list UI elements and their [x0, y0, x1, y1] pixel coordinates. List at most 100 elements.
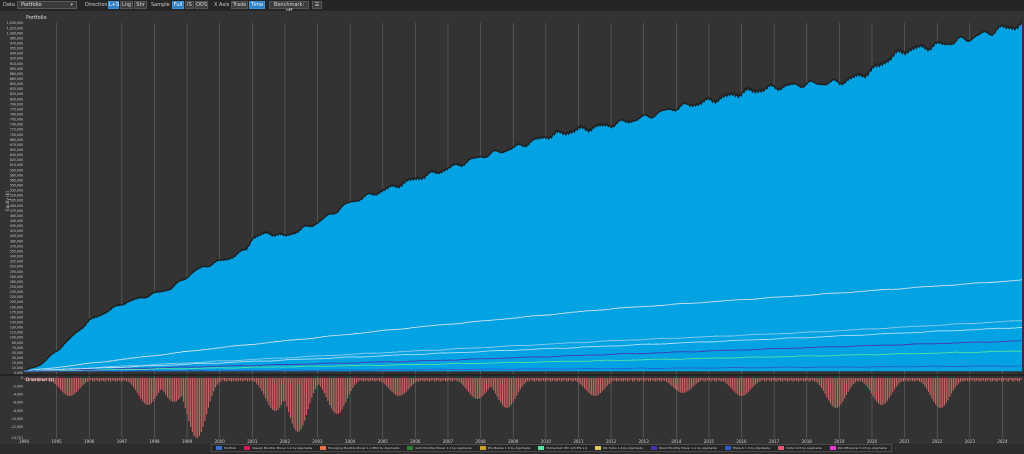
drawdown-bar	[976, 378, 978, 381]
sample-oos-button[interactable]: OOS	[195, 1, 208, 9]
drawdown-bar	[473, 378, 475, 398]
x-tick-label: 1997	[117, 439, 128, 444]
drawdown-bar	[338, 378, 340, 414]
y-tick-label: 655,000	[10, 148, 23, 152]
drawdown-bar	[403, 378, 406, 394]
data-select[interactable]: Portfolio ▾	[17, 1, 77, 9]
drawdown-bar	[632, 378, 634, 382]
y-tick-label: 850,000	[10, 82, 23, 86]
legend-item[interactable]: Steady Monthly Mover 1.2 by Algohaide	[244, 446, 312, 450]
drawdown-bar	[494, 378, 496, 394]
drawdown-bar	[653, 378, 655, 382]
xaxis-trade-button[interactable]: Trade	[231, 1, 248, 9]
drawdown-bar	[355, 378, 357, 384]
drawdown-bar	[256, 378, 258, 384]
benchmark-button[interactable]: Benchmark: off	[269, 1, 309, 14]
legend-item[interactable]: WorldExplorer 1.03 by Algohaide	[829, 446, 887, 450]
xaxis-time-button[interactable]: Time	[249, 1, 265, 9]
drawdown-bar	[436, 378, 438, 382]
legend-item[interactable]: NC Turbo 1.4 by Algohaide	[595, 446, 643, 450]
drawdown-bar	[122, 378, 124, 381]
drawdown-bar	[166, 378, 169, 398]
drawdown-bar	[393, 378, 395, 394]
drawdown-bar	[947, 378, 949, 401]
drawdown-bar	[949, 378, 951, 397]
drawdown-bar	[521, 378, 523, 387]
sample-full-button[interactable]: Full	[172, 1, 184, 9]
drawdown-bar	[220, 378, 222, 382]
drawdown-bar	[437, 378, 439, 381]
drawdown-bar	[662, 378, 664, 381]
drawdown-bar	[548, 378, 550, 381]
drawdown-bar	[275, 378, 277, 411]
drawdown-bar	[159, 378, 161, 391]
y-tick-label: 790,000	[10, 102, 23, 106]
drawdown-bar	[546, 378, 548, 381]
drawdown-bar	[100, 378, 103, 381]
legend-item[interactable]: Volta 1.03 by Algohaide	[778, 446, 822, 450]
drawdown-bar	[432, 378, 434, 381]
drawdown-bar	[361, 378, 363, 381]
drawdown-bar	[922, 378, 924, 385]
drawdown-bar	[621, 378, 623, 382]
drawdown-bar	[951, 378, 953, 394]
drawdown-bar	[231, 378, 233, 382]
drawdown-bar	[163, 378, 165, 393]
drawdown-bar	[697, 378, 700, 383]
drawdown-bar	[886, 378, 888, 401]
drawdown-bar	[279, 378, 281, 408]
drawdown-bar	[384, 378, 386, 385]
x-tick-label: 1995	[52, 439, 63, 444]
drawdown-bar	[58, 378, 60, 388]
legend-item[interactable]: Emerging Monthly Mover 1.1 PRO by Algoha…	[320, 446, 399, 450]
drawdown-bar	[514, 378, 516, 399]
direction-ls-button[interactable]: L+S	[108, 1, 119, 9]
y-tick-label: 145,000	[10, 320, 23, 324]
drawdown-bar	[870, 378, 872, 394]
chart-title: Portfolio	[26, 15, 47, 21]
drawdown-bar	[320, 378, 322, 387]
legend-item[interactable]: Portfolio	[216, 446, 236, 450]
drawdown-bar	[1002, 378, 1004, 382]
drawdown-bar	[879, 378, 881, 405]
menu-button[interactable]: ☰	[312, 1, 322, 9]
y-tick-label: 805,000	[10, 97, 23, 101]
drawdown-bar	[218, 378, 220, 383]
drawdown-bar	[733, 378, 735, 392]
direction-long-button[interactable]: Lng	[120, 1, 133, 9]
drawdown-bar	[280, 378, 283, 405]
drawdown-bar	[174, 378, 176, 402]
drawdown-bar	[270, 378, 272, 408]
y-tick-label: 55,000	[12, 351, 23, 355]
legend-item[interactable]: IEG Master 1.0 by Algohaide	[479, 446, 530, 450]
drawdown-bar	[462, 378, 464, 386]
drawdown-bar	[207, 378, 209, 408]
drawdown-bar	[154, 378, 156, 399]
drawdown-bar	[288, 378, 290, 413]
sample-is-button[interactable]: IS	[185, 1, 194, 9]
drawdown-bar	[938, 378, 940, 408]
drawdown-bar	[133, 378, 135, 388]
drawdown-bar	[84, 378, 87, 383]
drawdown-bar	[901, 378, 903, 382]
drawdown-bar	[961, 378, 963, 382]
drawdown-bar	[566, 378, 568, 382]
drawdown-bar	[908, 378, 910, 382]
drawdown-bar	[332, 378, 334, 412]
legend-item[interactable]: Momentum IEC 1x3 ETs 1.0	[538, 446, 587, 450]
drawdown-bar	[439, 378, 441, 382]
legend-item[interactable]: Triple-S 1.3 by Algohaide	[724, 446, 770, 450]
drawdown-bar	[86, 378, 88, 382]
drawdown-bar	[765, 378, 767, 382]
y-tick-label: 355,000	[10, 249, 23, 253]
drawdown-bar	[391, 378, 393, 392]
drawdown-bar	[264, 378, 267, 399]
legend-item[interactable]: Gold Monthly Mover 1.1 by Algohaide	[407, 446, 472, 450]
drawdown-bar	[701, 378, 703, 381]
legend-item[interactable]: Stock Monthly Mover 1.1 by Algohaide	[651, 446, 717, 450]
drawdown-bar	[649, 378, 651, 382]
y-tick-label: 445,000	[10, 219, 23, 223]
direction-short-button[interactable]: Shr	[134, 1, 147, 9]
drawdown-bar	[762, 378, 764, 380]
drawdown-bar	[808, 378, 810, 382]
